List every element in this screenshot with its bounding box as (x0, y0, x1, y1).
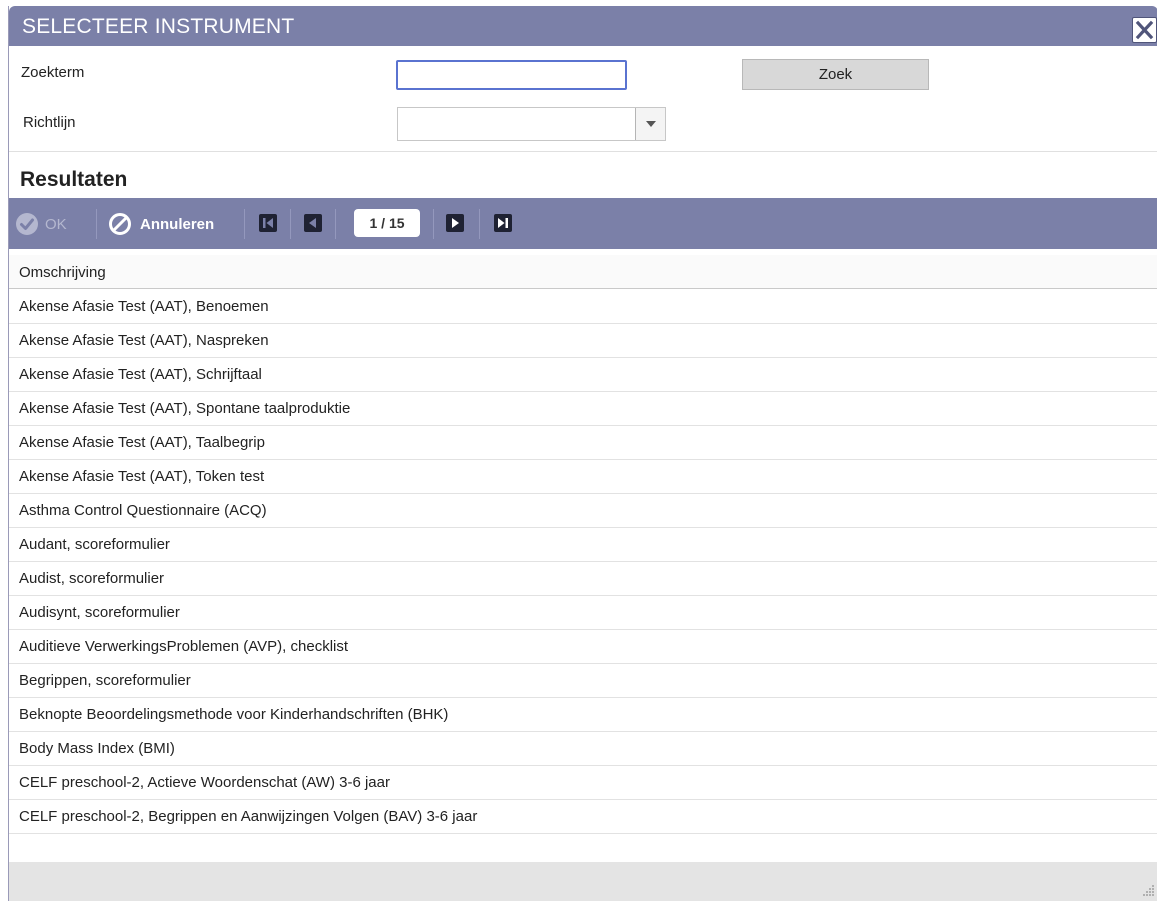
row-description: CELF preschool-2, Begrippen en Aanwijzin… (19, 808, 478, 825)
row-description: Audant, scoreformulier (19, 536, 170, 553)
table-header: Omschrijving (9, 255, 1157, 289)
close-icon (1135, 20, 1154, 40)
toolbar-separator (96, 209, 97, 239)
search-input[interactable] (396, 60, 627, 90)
cancel-label: Annuleren (140, 215, 215, 233)
row-description: Asthma Control Questionnaire (ACQ) (19, 502, 267, 519)
search-label: Zoekterm (21, 64, 85, 81)
table-row[interactable]: Begrippen, scoreformulier (9, 664, 1157, 698)
row-description: Akense Afasie Test (AAT), Token test (19, 468, 265, 485)
dialog-title: SELECTEER INSTRUMENT (22, 15, 295, 38)
search-button[interactable]: Zoek (742, 59, 929, 90)
results-toolbar: OK Annuleren 1 / 15 (9, 198, 1157, 249)
table-row[interactable]: Beknopte Beoordelingsmethode voor Kinder… (9, 698, 1157, 732)
resize-grip-icon[interactable] (1141, 883, 1155, 897)
form-divider (9, 151, 1157, 152)
check-circle-icon (16, 213, 38, 235)
close-button[interactable] (1132, 17, 1157, 43)
row-description: Akense Afasie Test (AAT), Spontane taalp… (19, 400, 351, 417)
table-row[interactable]: Audant, scoreformulier (9, 528, 1157, 562)
row-description: Auditieve VerwerkingsProblemen (AVP), ch… (19, 638, 349, 655)
column-header-description[interactable]: Omschrijving (19, 264, 106, 281)
instrument-dialog: SELECTEER INSTRUMENT Zoekterm Zoek Richt… (8, 6, 1157, 901)
row-description: Akense Afasie Test (AAT), Benoemen (19, 298, 269, 315)
table-row[interactable]: Akense Afasie Test (AAT), Benoemen (9, 290, 1157, 324)
results-list: Akense Afasie Test (AAT), Benoemen Akens… (9, 290, 1157, 834)
toolbar-separator (479, 209, 480, 239)
row-description: Audist, scoreformulier (19, 570, 165, 587)
toolbar-separator (335, 209, 336, 239)
guideline-label: Richtlijn (23, 114, 76, 131)
table-row[interactable]: Akense Afasie Test (AAT), Naspreken (9, 324, 1157, 358)
table-row[interactable]: Akense Afasie Test (AAT), Token test (9, 460, 1157, 494)
table-row[interactable]: Audisynt, scoreformulier (9, 596, 1157, 630)
row-description: Audisynt, scoreformulier (19, 604, 180, 621)
table-row[interactable]: CELF preschool-2, Actieve Woordenschat (… (9, 766, 1157, 800)
previous-page-icon (304, 214, 322, 232)
dialog-footer (9, 862, 1157, 901)
row-description: Akense Afasie Test (AAT), Schrijftaal (19, 366, 262, 383)
toolbar-separator (244, 209, 245, 239)
row-description: Begrippen, scoreformulier (19, 672, 191, 689)
table-row[interactable]: Audist, scoreformulier (9, 562, 1157, 596)
last-page-icon (494, 214, 512, 232)
table-row[interactable]: CELF preschool-2, Begrippen en Aanwijzin… (9, 800, 1157, 834)
row-description: CELF preschool-2, Actieve Woordenschat (… (19, 774, 390, 791)
guideline-select[interactable] (397, 107, 666, 141)
chevron-down-icon (646, 121, 656, 127)
cancel-circle-icon (109, 213, 131, 235)
row-description: Beknopte Beoordelingsmethode voor Kinder… (19, 706, 449, 723)
row-description: Body Mass Index (BMI) (19, 740, 175, 757)
last-page-button[interactable] (494, 214, 512, 232)
first-page-button[interactable] (259, 214, 277, 232)
row-description: Akense Afasie Test (AAT), Taalbegrip (19, 434, 265, 451)
toolbar-separator (290, 209, 291, 239)
table-row[interactable]: Body Mass Index (BMI) (9, 732, 1157, 766)
next-page-icon (446, 214, 464, 232)
first-page-icon (259, 214, 277, 232)
page-indicator: 1 / 15 (354, 209, 420, 237)
ok-button[interactable]: OK (15, 212, 67, 236)
previous-page-button[interactable] (304, 214, 322, 232)
table-row[interactable]: Akense Afasie Test (AAT), Schrijftaal (9, 358, 1157, 392)
cancel-button[interactable]: Annuleren (108, 212, 214, 236)
results-title: Resultaten (20, 168, 128, 191)
guideline-dropdown-button[interactable] (635, 108, 665, 140)
table-row[interactable]: Akense Afasie Test (AAT), Taalbegrip (9, 426, 1157, 460)
next-page-button[interactable] (446, 214, 464, 232)
row-description: Akense Afasie Test (AAT), Naspreken (19, 332, 269, 349)
table-row[interactable]: Akense Afasie Test (AAT), Spontane taalp… (9, 392, 1157, 426)
dialog-titlebar[interactable]: SELECTEER INSTRUMENT (9, 6, 1157, 46)
ok-label: OK (45, 215, 67, 233)
table-row[interactable]: Auditieve VerwerkingsProblemen (AVP), ch… (9, 630, 1157, 664)
toolbar-separator (433, 209, 434, 239)
table-row[interactable]: Asthma Control Questionnaire (ACQ) (9, 494, 1157, 528)
